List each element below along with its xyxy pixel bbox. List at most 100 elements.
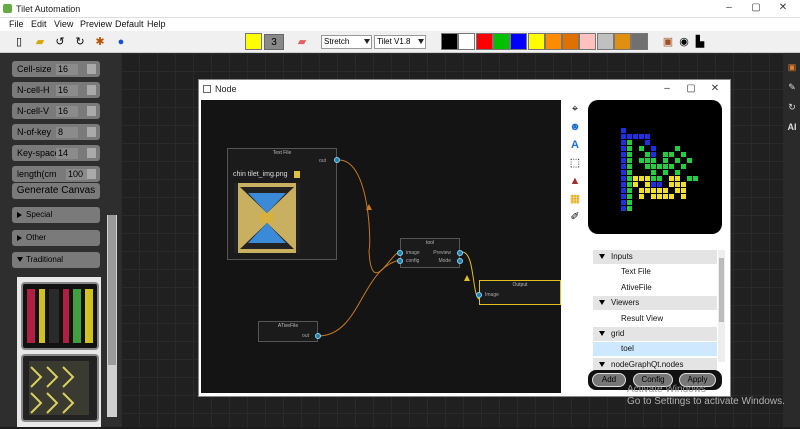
minimize-button[interactable]: – (718, 0, 740, 17)
spinner-icon[interactable] (87, 127, 96, 137)
palette-swatch[interactable] (544, 33, 562, 50)
node-maximize-button[interactable]: ▢ (682, 81, 700, 97)
brush-size-field[interactable]: 3 (264, 34, 284, 50)
tree-item[interactable]: toel (593, 342, 717, 357)
output-port[interactable] (315, 333, 321, 339)
lock-icon[interactable]: ▙ (693, 35, 707, 49)
preview-canvas (588, 100, 722, 234)
grid-icon[interactable]: ▦ (568, 192, 582, 206)
tree-category[interactable]: grid (593, 327, 717, 341)
tree-category[interactable]: Viewers (593, 296, 717, 311)
param-value-field[interactable]: 8 (56, 127, 78, 138)
palette-swatch[interactable] (458, 33, 476, 50)
menu-help[interactable]: Help (147, 19, 166, 29)
close-button[interactable]: ✕ (772, 0, 794, 17)
node-title: Output (512, 282, 528, 288)
new-file-icon[interactable]: ▯ (12, 35, 26, 49)
cursor-icon[interactable]: ⌖ (568, 102, 582, 116)
palette-swatch[interactable] (579, 33, 597, 50)
mode-select[interactable]: Stretch (321, 35, 372, 49)
maximize-button[interactable]: ▢ (745, 0, 767, 17)
port-label: Mode (438, 258, 451, 264)
tree-category[interactable]: Inputs (593, 250, 717, 264)
param-value-field[interactable]: 14 (56, 148, 78, 159)
eye-icon[interactable]: ◉ (677, 35, 691, 49)
ative-file-node[interactable]: ATiveFile out (258, 321, 321, 342)
text-file-node[interactable]: Text File out chin tilet_img.png (227, 148, 340, 260)
param-value-field[interactable]: 100 (66, 169, 88, 180)
palette-swatch[interactable] (475, 33, 493, 50)
ai-icon[interactable]: AI (786, 121, 798, 133)
node-title: Text File (272, 150, 292, 156)
file-icon[interactable] (294, 171, 300, 178)
menu-file[interactable]: File (9, 19, 24, 29)
undo-icon[interactable]: ↺ (53, 35, 67, 49)
menu-view[interactable]: View (54, 19, 73, 29)
version-select[interactable]: Tilet V1.8 (374, 35, 426, 49)
output-port[interactable] (457, 250, 463, 256)
left-panel-scrollbar[interactable] (107, 215, 117, 417)
output-port[interactable] (334, 157, 340, 163)
add-button[interactable]: Add (592, 373, 626, 387)
input-port[interactable] (397, 258, 403, 264)
palette-swatch[interactable] (492, 33, 510, 50)
eraser-icon[interactable]: ▰ (295, 35, 309, 49)
arrow-icon (464, 275, 470, 281)
input-port[interactable] (397, 250, 403, 256)
node-graph[interactable]: Text File out chin tilet_img.png tool im… (201, 100, 561, 393)
select-icon[interactable]: ⬚ (568, 156, 582, 170)
param-label: N-of-key (17, 127, 52, 137)
palette-swatch[interactable] (614, 33, 631, 50)
section-other[interactable]: Other (12, 230, 100, 246)
node-close-button[interactable]: ✕ (706, 81, 724, 97)
palette-swatch[interactable] (510, 33, 528, 50)
brush-icon[interactable]: ✎ (786, 81, 798, 93)
refresh-icon[interactable]: ↻ (786, 101, 798, 113)
redo-icon[interactable]: ↻ (73, 35, 87, 49)
section-special[interactable]: Special (12, 207, 100, 223)
menu-edit[interactable]: Edit (31, 19, 47, 29)
param-value-field[interactable]: 16 (56, 106, 78, 117)
chest-icon[interactable]: ▣ (661, 35, 675, 49)
brush-icon[interactable]: ✐ (568, 210, 582, 224)
param-value-field[interactable]: 16 (56, 85, 78, 96)
tool-node[interactable]: tool image config Preview Mode (397, 238, 463, 268)
input-port[interactable] (476, 292, 482, 298)
node-minimize-button[interactable]: – (658, 81, 676, 97)
param-value-field[interactable]: 16 (56, 64, 78, 75)
palette-swatch[interactable] (441, 33, 458, 50)
globe-icon[interactable]: ● (114, 35, 128, 49)
tree-item[interactable]: Result View (593, 312, 717, 326)
chevron-down-icon (418, 39, 424, 44)
generate-canvas-button[interactable]: Generate Canvas (12, 183, 100, 199)
tree-item[interactable]: Text File (593, 265, 717, 279)
scrollbar-thumb[interactable] (719, 258, 724, 322)
person-icon[interactable]: ☻ (568, 120, 582, 134)
param-row: N-of-key 8 (12, 124, 100, 140)
text-icon[interactable]: A (568, 138, 582, 152)
palette-swatch[interactable] (527, 33, 545, 50)
image-icon[interactable]: ▣ (786, 61, 798, 73)
param-label: Key-space (17, 148, 60, 158)
section-traditional[interactable]: Traditional (12, 252, 100, 268)
output-node[interactable]: Output Image (476, 280, 561, 305)
spinner-icon[interactable] (87, 148, 96, 158)
palette-swatch[interactable] (562, 33, 580, 50)
tree-item[interactable]: AtiveFile (593, 281, 717, 295)
pattern-icon[interactable]: ✱ (93, 35, 107, 49)
menu-default[interactable]: Default (115, 19, 144, 29)
current-color-swatch[interactable] (245, 33, 262, 50)
palette-swatch[interactable] (596, 33, 614, 50)
spinner-icon[interactable] (87, 64, 96, 74)
palette-swatch[interactable] (631, 33, 649, 50)
scrollbar-thumb[interactable] (108, 215, 116, 365)
menu-preview[interactable]: Preview (80, 19, 112, 29)
spinner-icon[interactable] (87, 85, 96, 95)
output-port[interactable] (457, 258, 463, 264)
left-panel: Cell-size 16 N-cell-H 16 N-cell-V 16 N-of-key 8… (0, 53, 121, 427)
pyramid-icon[interactable]: ▲ (568, 174, 582, 188)
tree-scrollbar[interactable] (718, 250, 725, 362)
open-folder-icon[interactable]: ▰ (33, 35, 47, 49)
spinner-icon[interactable] (87, 169, 96, 179)
spinner-icon[interactable] (87, 106, 96, 116)
